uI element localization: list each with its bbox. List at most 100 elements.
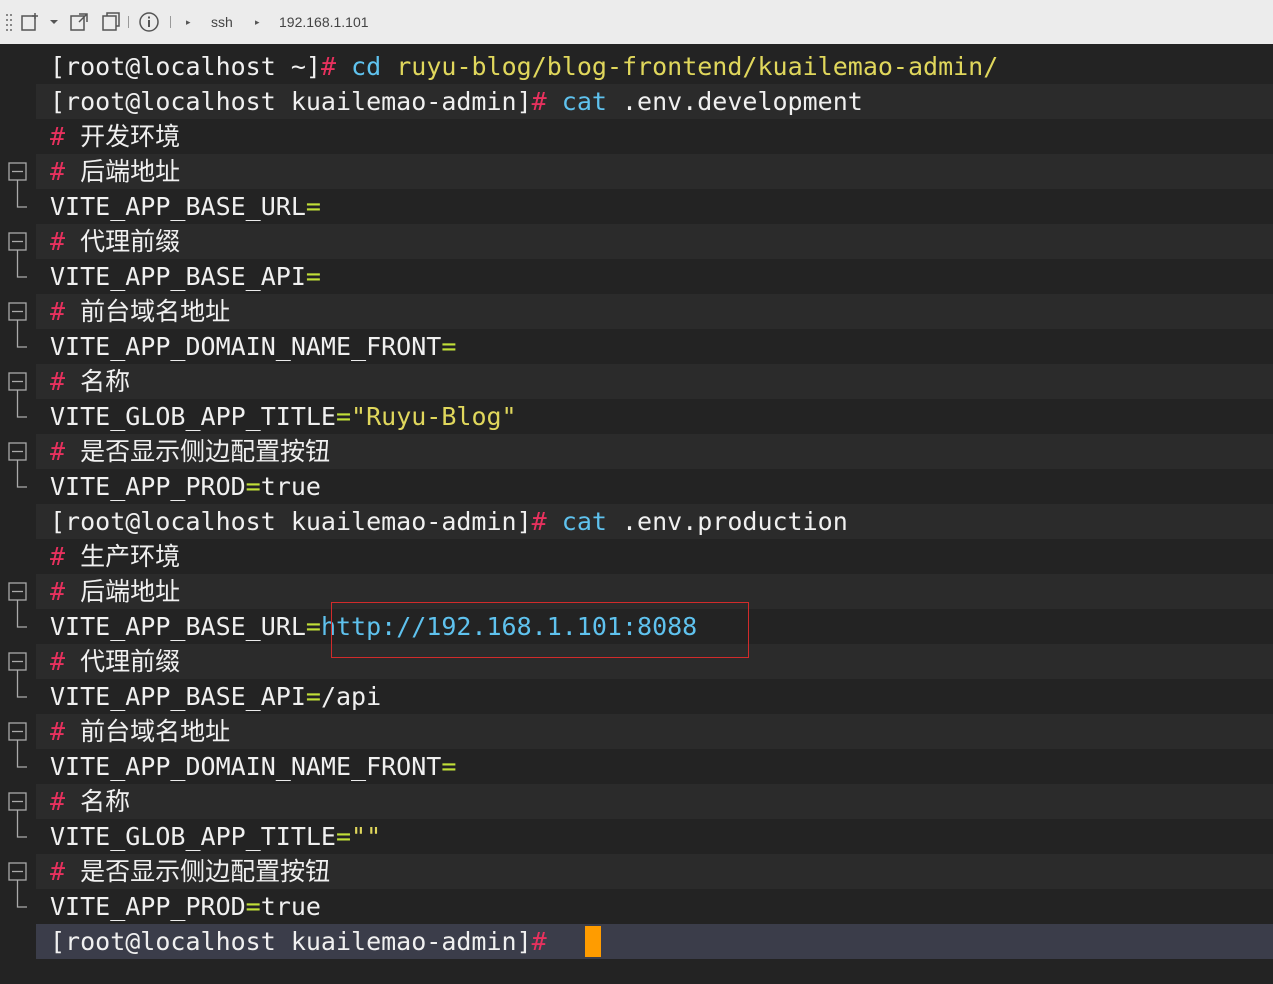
- fold-gutter: [0, 44, 36, 984]
- fold-toggle-icon[interactable]: [6, 442, 30, 512]
- env-equals: =: [305, 682, 321, 711]
- comment-hash: #: [50, 122, 66, 151]
- comment-hash: #: [50, 297, 66, 326]
- env-equals: =: [245, 472, 261, 501]
- env-value: "Ruyu-Blog": [351, 402, 517, 431]
- breadcrumb-ssh[interactable]: ssh: [211, 0, 233, 44]
- fold-toggle-icon[interactable]: [6, 372, 30, 442]
- breadcrumb-arrow-icon: ▸: [255, 16, 260, 27]
- terminal-line: # 是否显示侧边配置按钮: [50, 854, 1273, 889]
- prompt-hash: #: [531, 507, 547, 536]
- terminal-line: [root@localhost ~]# cd ruyu-blog/blog-fr…: [50, 49, 1273, 84]
- terminal-line: VITE_APP_PROD=true: [50, 889, 1273, 924]
- prompt: [root@localhost kuailemao-admin]: [50, 927, 532, 956]
- env-key: VITE_APP_BASE_API: [50, 262, 306, 291]
- comment-hash: #: [50, 367, 66, 396]
- env-value: "": [351, 822, 382, 851]
- terminal-line: [root@localhost kuailemao-admin]# cat .e…: [50, 504, 1273, 539]
- comment-text: 后端地址: [80, 157, 181, 186]
- comment-hash: #: [50, 227, 66, 256]
- toolbar-divider: [170, 16, 171, 28]
- terminal-output[interactable]: [root@localhost ~]# cd ruyu-blog/blog-fr…: [0, 44, 1273, 984]
- env-value: true: [260, 892, 321, 921]
- prompt-hash: #: [531, 927, 547, 956]
- drag-handle-icon[interactable]: [6, 0, 14, 44]
- comment-text: 是否显示侧边配置按钮: [80, 437, 331, 466]
- env-equals: =: [335, 402, 352, 431]
- comment-text: 名称: [80, 367, 131, 396]
- prompt-hash: #: [531, 87, 547, 116]
- prompt: [root@localhost kuailemao-admin]: [50, 507, 532, 536]
- new-tab-icon[interactable]: [20, 0, 42, 44]
- fold-toggle-icon[interactable]: [6, 302, 30, 372]
- terminal-line: # 名称: [50, 364, 1273, 399]
- env-equals: =: [441, 332, 457, 361]
- comment-hash: #: [50, 157, 66, 186]
- terminal-line: # 是否显示侧边配置按钮: [50, 434, 1273, 469]
- comment-hash: #: [50, 717, 66, 746]
- command: cat: [561, 507, 607, 536]
- terminal-line[interactable]: [root@localhost kuailemao-admin]#: [50, 924, 1273, 959]
- terminal-line: VITE_APP_BASE_API=: [50, 259, 1273, 294]
- fold-toggle-icon[interactable]: [6, 792, 30, 862]
- breadcrumb-arrow-icon: ▸: [186, 16, 191, 27]
- comment-text: 后端地址: [80, 577, 181, 606]
- comment-text: 前台域名地址: [80, 717, 231, 746]
- env-key: VITE_APP_BASE_API: [50, 682, 306, 711]
- env-equals: =: [305, 612, 321, 641]
- comment-text: 代理前缀: [80, 227, 181, 256]
- terminal-toolbar: ▸ ssh ▸ 192.168.1.101: [0, 0, 1273, 45]
- terminal-line: VITE_APP_PROD=true: [50, 469, 1273, 504]
- command: cd: [351, 52, 382, 81]
- env-key: VITE_APP_PROD: [50, 892, 246, 921]
- prompt-hash: #: [320, 52, 336, 81]
- terminal-line: # 后端地址: [50, 154, 1273, 189]
- comment-text: 生产环境: [80, 542, 181, 571]
- breadcrumb-host[interactable]: 192.168.1.101: [279, 0, 369, 44]
- clone-icon[interactable]: [100, 0, 122, 44]
- env-equals: =: [335, 822, 352, 851]
- highlight-box: [331, 602, 749, 658]
- comment-hash: #: [50, 542, 66, 571]
- fold-toggle-icon[interactable]: [6, 582, 30, 652]
- command-arg: .env.development: [621, 87, 863, 116]
- fold-toggle-icon[interactable]: [6, 162, 30, 232]
- env-key: VITE_GLOB_APP_TITLE: [50, 402, 336, 431]
- comment-hash: #: [50, 577, 66, 606]
- terminal-line: # 代理前缀: [50, 224, 1273, 259]
- env-key: VITE_APP_PROD: [50, 472, 246, 501]
- fold-toggle-icon[interactable]: [6, 862, 30, 932]
- env-key: VITE_APP_DOMAIN_NAME_FRONT: [50, 332, 442, 361]
- comment-text: 代理前缀: [80, 647, 181, 676]
- fold-toggle-icon[interactable]: [6, 652, 30, 722]
- info-icon[interactable]: [138, 0, 160, 44]
- toolbar-divider: [128, 16, 129, 28]
- comment-text: 名称: [80, 787, 131, 816]
- comment-hash: #: [50, 647, 66, 676]
- env-value: true: [260, 472, 321, 501]
- terminal-cursor[interactable]: [585, 926, 601, 957]
- terminal-line: # 名称: [50, 784, 1273, 819]
- terminal-line: VITE_APP_BASE_API=/api: [50, 679, 1273, 714]
- detach-icon[interactable]: [68, 0, 90, 44]
- env-equals: =: [305, 192, 321, 221]
- terminal-line: # 前台域名地址: [50, 714, 1273, 749]
- comment-text: 前台域名地址: [80, 297, 231, 326]
- env-equals: =: [245, 892, 261, 921]
- terminal-line: VITE_GLOB_APP_TITLE="": [50, 819, 1273, 854]
- fold-toggle-icon[interactable]: [6, 722, 30, 792]
- env-key: VITE_GLOB_APP_TITLE: [50, 822, 336, 851]
- terminal-line: VITE_APP_DOMAIN_NAME_FRONT=: [50, 749, 1273, 784]
- command: cat: [561, 87, 607, 116]
- chevron-down-icon[interactable]: [48, 0, 60, 44]
- env-key: VITE_APP_BASE_URL: [50, 192, 306, 221]
- env-value: /api: [320, 682, 382, 711]
- fold-toggle-icon[interactable]: [6, 232, 30, 302]
- env-key: VITE_APP_DOMAIN_NAME_FRONT: [50, 752, 442, 781]
- terminal-line: [root@localhost kuailemao-admin]# cat .e…: [50, 84, 1273, 119]
- env-key: VITE_APP_BASE_URL: [50, 612, 306, 641]
- comment-hash: #: [50, 437, 66, 466]
- terminal-line: # 前台域名地址: [50, 294, 1273, 329]
- prompt: [root@localhost ~]: [50, 52, 321, 81]
- terminal-line: VITE_GLOB_APP_TITLE="Ruyu-Blog": [50, 399, 1273, 434]
